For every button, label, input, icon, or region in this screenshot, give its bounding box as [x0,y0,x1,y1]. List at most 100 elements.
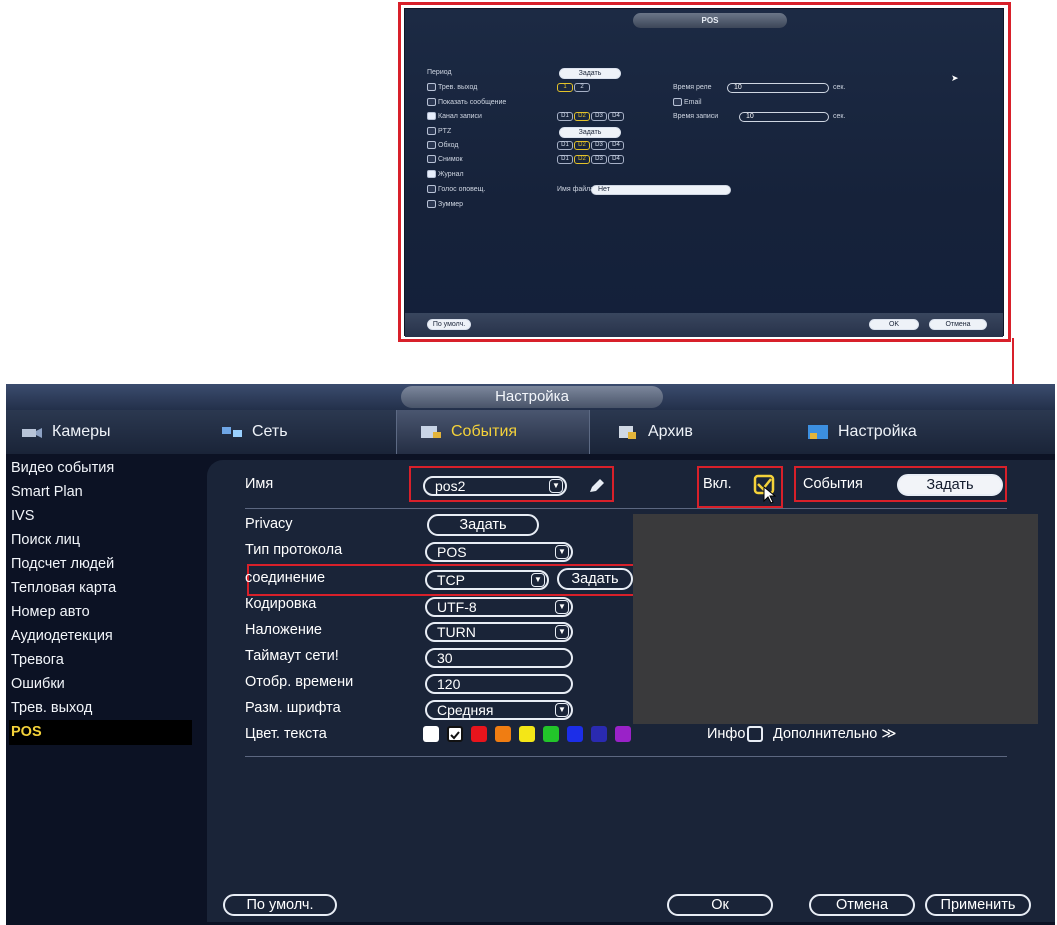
snapshot-channel-chip[interactable]: D2 [574,154,590,164]
color-swatch[interactable] [447,726,463,742]
dialog-default-button[interactable]: По умолч. [427,319,471,330]
tab-settings[interactable]: Настройка [806,410,917,454]
mouse-cursor-icon: ➤ [951,73,959,83]
display-time-input[interactable]: 120 [425,674,573,694]
record-channel-chip[interactable]: D3 [591,111,607,121]
buzzer-checkbox[interactable] [427,200,436,209]
snapshot-channel-chip[interactable]: D1 [557,154,573,164]
alarm-out-row: Трев. выход [427,82,477,94]
tour-channel-chip[interactable]: D1 [557,140,573,150]
color-swatch[interactable] [543,726,559,742]
filename-select[interactable]: Нет [591,185,731,195]
color-swatch[interactable] [495,726,511,742]
log-label: Журнал [438,171,464,178]
record-channel-chip[interactable]: D2 [574,111,590,121]
color-swatch[interactable] [567,726,583,742]
color-swatch[interactable] [423,726,439,742]
tab-events[interactable]: События [396,410,590,454]
encoding-select[interactable]: UTF-8 ▼ [425,597,573,617]
sidebar-item-video-events[interactable]: Видео события [9,456,192,481]
apply-button[interactable]: Применить [925,894,1031,916]
record-channel-chip[interactable]: D4 [608,111,624,121]
font-size-value: Средняя [437,702,494,718]
record-channel-chip[interactable]: D1 [557,111,573,121]
connection-label: соединение [245,570,326,586]
events-label: События [803,476,863,492]
info-checkbox[interactable] [747,726,763,742]
record-time-input[interactable]: 10 [739,112,829,122]
tour-checkbox[interactable] [427,141,436,150]
connection-select[interactable]: TCP ▼ [425,570,549,590]
more-toggle[interactable]: Дополнительно ≫ [773,724,897,744]
events-set-button[interactable]: Задать [897,474,1003,496]
overlay-label: Наложение [245,622,322,638]
record-channel-label: Канал записи [438,113,482,120]
tab-archive[interactable]: Архив [616,410,693,454]
protocol-select[interactable]: POS ▼ [425,542,573,562]
color-swatch[interactable] [471,726,487,742]
snapshot-channel-chip[interactable]: D4 [608,154,624,164]
color-palette [423,726,653,742]
network-icon [222,426,242,437]
color-swatch[interactable] [615,726,631,742]
alarm-out-channel[interactable]: 1 [557,82,573,92]
period-button[interactable]: Задать [559,68,621,79]
sidebar-item-errors[interactable]: Ошибки [9,672,192,697]
cancel-button[interactable]: Отмена [809,894,915,916]
dialog-ok-button[interactable]: OK [869,319,919,330]
ok-button[interactable]: Ок [667,894,773,916]
ptz-checkbox[interactable] [427,127,436,136]
period-label: Период [427,69,452,76]
sidebar-item-alarm-out[interactable]: Трев. выход [9,696,192,721]
record-channel-checkbox[interactable] [427,112,436,121]
timeout-input[interactable]: 30 [425,648,573,668]
color-swatch[interactable] [591,726,607,742]
voice-checkbox[interactable] [427,185,436,194]
relay-time-input[interactable]: 10 [727,83,829,93]
settings-icon [808,424,828,439]
sidebar-item-people-count[interactable]: Подсчет людей [9,552,192,577]
sidebar-item-face-search[interactable]: Поиск лиц [9,528,192,553]
alarm-out-channel[interactable]: 2 [574,82,590,92]
tour-channel-chip[interactable]: D4 [608,140,624,150]
voice-label: Голос оповещ. [438,186,486,193]
show-message-checkbox[interactable] [427,98,436,107]
font-size-select[interactable]: Средняя ▼ [425,700,573,720]
snapshot-checkbox[interactable] [427,155,436,164]
privacy-set-button[interactable]: Задать [427,514,539,536]
sidebar-item-heatmap[interactable]: Тепловая карта [9,576,192,601]
log-row: Журнал [427,169,464,181]
tour-row: Обход [427,140,458,152]
record-time-label: Время записи [673,113,719,120]
protocol-label: Тип протокола [245,542,343,558]
tab-label: Сеть [252,423,288,440]
color-swatch[interactable] [519,726,535,742]
sidebar-item-alarm[interactable]: Тревога [9,648,192,673]
dialog-footer: По умолч. OK Отмена [405,313,1003,337]
tour-channel-chip[interactable]: D3 [591,140,607,150]
snapshot-channel-chip[interactable]: D3 [591,154,607,164]
timeout-label: Таймаут сети! [245,648,339,664]
sidebar-item-ivs[interactable]: IVS [9,504,192,529]
sidebar-item-smart-plan[interactable]: Smart Plan [9,480,192,505]
edit-pencil-icon[interactable] [587,476,607,496]
tab-network[interactable]: Сеть [220,410,288,454]
tab-cameras[interactable]: Камеры [20,410,111,454]
tour-channel-chip[interactable]: D2 [574,140,590,150]
ptz-button[interactable]: Задать [559,127,621,138]
email-checkbox[interactable] [673,98,682,107]
ptz-row: PTZ [427,126,451,138]
alarm-out-checkbox[interactable] [427,83,436,92]
overlay-select[interactable]: TURN ▼ [425,622,573,642]
name-select[interactable]: pos2 ▼ [423,476,567,496]
sidebar-item-pos[interactable]: POS [9,720,192,745]
connection-set-button[interactable]: Задать [557,568,633,590]
sidebar-item-audio[interactable]: Аудиодетекция [9,624,192,649]
sidebar-item-plate[interactable]: Номер авто [9,600,192,625]
text-color-label: Цвет. текста [245,726,327,742]
default-button[interactable]: По умолч. [223,894,337,916]
log-checkbox[interactable] [427,170,436,179]
tour-channels: D1 D2 D3 D4 [557,140,625,152]
dialog-cancel-button[interactable]: Отмена [929,319,987,330]
buzzer-label: Зуммер [438,201,464,208]
